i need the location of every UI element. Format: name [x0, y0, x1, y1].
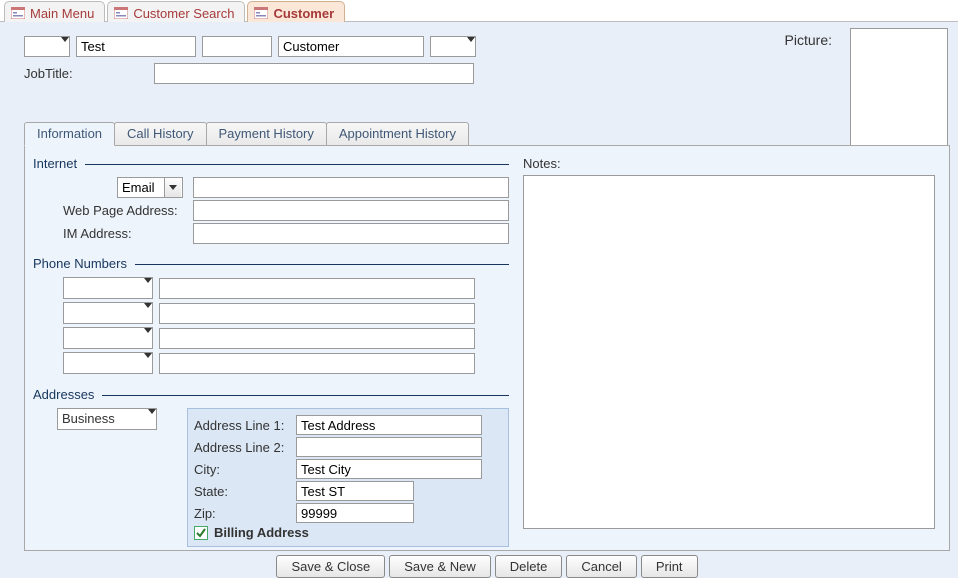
subtab-label: Information: [37, 126, 102, 141]
chevron-down-icon: [61, 37, 69, 56]
phone-title: Phone Numbers: [33, 256, 127, 271]
subtab-label: Call History: [127, 126, 193, 141]
doc-tab-label: Customer: [273, 6, 334, 21]
save-close-button[interactable]: Save & Close: [276, 555, 385, 578]
action-buttons: Save & Close Save & New Delete Cancel Pr…: [24, 555, 950, 578]
subtab-label: Payment History: [219, 126, 314, 141]
doc-tab-customer[interactable]: Customer: [247, 1, 345, 22]
phone-number-4[interactable]: [159, 353, 475, 374]
subtab-label: Appointment History: [339, 126, 456, 141]
address-line2-input[interactable]: [296, 437, 482, 457]
chevron-down-icon: [144, 278, 152, 298]
notes-textarea[interactable]: [523, 175, 935, 529]
subtab-appointment-history[interactable]: Appointment History: [326, 122, 469, 146]
doc-tab-main-menu[interactable]: Main Menu: [4, 1, 105, 22]
middle-name-input[interactable]: [202, 36, 272, 57]
chevron-down-icon: [144, 328, 152, 348]
zip-input[interactable]: [296, 503, 414, 523]
phone-number-1[interactable]: [159, 278, 475, 299]
phone-type-3[interactable]: [63, 327, 153, 349]
delete-button[interactable]: Delete: [495, 555, 563, 578]
form-icon: [254, 7, 268, 19]
form-icon: [11, 7, 25, 19]
jobtitle-label: JobTitle:: [24, 66, 148, 81]
picture-label: Picture:: [785, 32, 832, 48]
address-line1-input[interactable]: [296, 415, 482, 435]
address-line2-label: Address Line 2:: [194, 440, 292, 455]
im-input[interactable]: [193, 223, 509, 244]
prefix-dropdown[interactable]: [24, 36, 70, 57]
phone-type-4[interactable]: [63, 352, 153, 374]
doc-tab-label: Main Menu: [30, 6, 94, 21]
address-type-value: Business: [58, 409, 148, 429]
webpage-input[interactable]: [193, 200, 509, 221]
state-input[interactable]: [296, 481, 414, 501]
internet-title: Internet: [33, 156, 77, 171]
im-label: IM Address:: [33, 226, 187, 241]
billing-checkbox[interactable]: [194, 526, 208, 540]
picture-box[interactable]: [850, 28, 948, 146]
address-detail-box: Address Line 1: Address Line 2: City: St…: [187, 408, 509, 547]
subtab-information[interactable]: Information: [24, 122, 115, 146]
print-button[interactable]: Print: [641, 555, 698, 578]
chevron-down-icon: [467, 37, 475, 56]
webpage-label: Web Page Address:: [33, 203, 187, 218]
form-icon: [114, 7, 128, 19]
panel-left: Internet Web Page Address: IM Address:: [25, 146, 515, 550]
city-label: City:: [194, 462, 292, 477]
phone-type-1[interactable]: [63, 277, 153, 299]
customer-form-area: Picture: JobTitle: Information Call Hist…: [0, 22, 958, 573]
subtabs: Information Call History Payment History…: [24, 122, 950, 146]
subtab-call-history[interactable]: Call History: [114, 122, 206, 146]
doc-tab-customer-search[interactable]: Customer Search: [107, 1, 245, 22]
suffix-dropdown[interactable]: [430, 36, 476, 57]
address-type-dropdown[interactable]: Business: [57, 408, 157, 430]
jobtitle-row: JobTitle:: [24, 63, 950, 84]
document-tabs: Main Menu Customer Search Customer: [0, 0, 958, 22]
doc-tab-label: Customer Search: [133, 6, 234, 21]
phone-number-2[interactable]: [159, 303, 475, 324]
email-input[interactable]: [193, 177, 509, 198]
billing-label: Billing Address: [214, 525, 309, 540]
address-line1-label: Address Line 1:: [194, 418, 292, 433]
zip-label: Zip:: [194, 506, 292, 521]
save-new-button[interactable]: Save & New: [389, 555, 491, 578]
addresses-title: Addresses: [33, 387, 94, 402]
chevron-down-icon: [144, 303, 152, 323]
cancel-button[interactable]: Cancel: [566, 555, 636, 578]
last-name-input[interactable]: [278, 36, 424, 57]
information-panel: Internet Web Page Address: IM Address:: [24, 145, 950, 551]
chevron-down-icon: [144, 353, 152, 373]
jobtitle-input[interactable]: [154, 63, 474, 84]
panel-right: Notes:: [515, 146, 949, 550]
subtab-payment-history[interactable]: Payment History: [206, 122, 327, 146]
notes-label: Notes:: [523, 156, 561, 171]
state-label: State:: [194, 484, 292, 499]
email-type-dropdown[interactable]: [117, 177, 183, 198]
first-name-input[interactable]: [76, 36, 196, 57]
email-type-input[interactable]: [118, 178, 164, 197]
city-input[interactable]: [296, 459, 482, 479]
phone-type-2[interactable]: [63, 302, 153, 324]
chevron-down-icon: [164, 178, 181, 197]
chevron-down-icon: [148, 409, 156, 429]
phone-number-3[interactable]: [159, 328, 475, 349]
